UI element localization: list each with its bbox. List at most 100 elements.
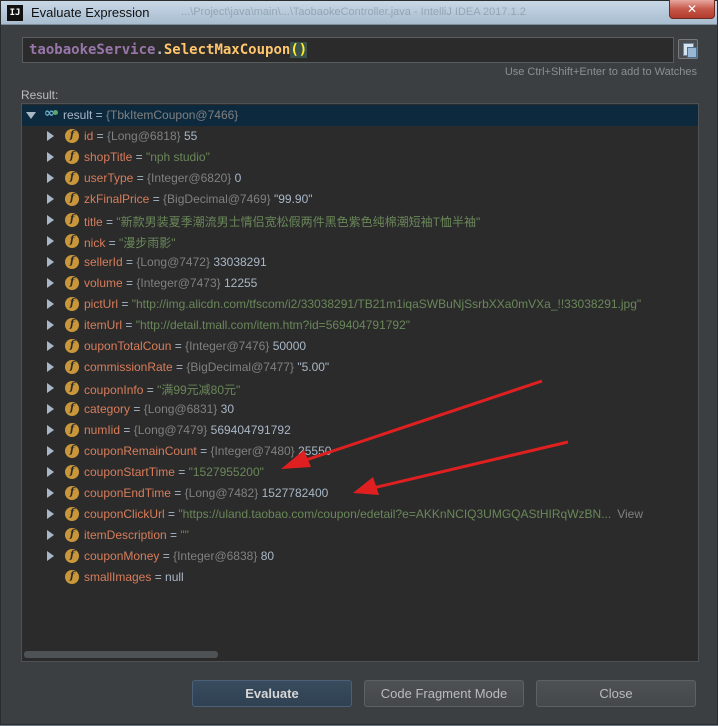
tree-row-category[interactable]: f category = {Long@6831} 30 (22, 399, 698, 420)
code-fragment-mode-button[interactable]: Code Fragment Mode (364, 680, 524, 707)
tree-row-numIid[interactable]: f numIid = {Long@7479} 569404791792 (22, 420, 698, 441)
expand-arrow-icon[interactable] (47, 509, 54, 519)
field-line: ouponTotalCoun = {Integer@7476} 50000 (84, 339, 306, 353)
field-value: "https://uland.taobao.com/coupon/edetail… (178, 507, 612, 521)
view-link[interactable]: View (617, 507, 643, 521)
field-icon: f (65, 129, 79, 143)
tree-row-itemUrl[interactable]: f itemUrl = "http://detail.tmall.com/item… (22, 315, 698, 336)
tree-row-result[interactable]: result = {TbkItemCoupon@7466} (22, 105, 698, 126)
tree-row-smallImages[interactable]: f smallImages = null (22, 567, 698, 588)
field-value: null (165, 570, 184, 584)
expand-arrow-icon[interactable] (47, 383, 54, 393)
field-icon: f (65, 276, 79, 290)
tree-row-ouponTotalCoun[interactable]: f ouponTotalCoun = {Integer@7476} 50000 (22, 336, 698, 357)
field-equals: = (171, 339, 186, 353)
horizontal-scrollbar[interactable] (24, 651, 218, 658)
tree-row-couponClickUrl[interactable]: f couponClickUrl = "https://uland.taobao.… (22, 504, 698, 525)
field-ref: {Integer@7473} (136, 276, 221, 290)
expand-arrow-icon[interactable] (47, 404, 54, 414)
expand-arrow-icon[interactable] (47, 173, 54, 183)
field-name: ouponTotalCoun (84, 339, 172, 353)
field-line: volume = {Integer@7473} 12255 (84, 276, 257, 290)
expand-arrow-icon[interactable] (47, 278, 54, 288)
field-equals: = (159, 549, 174, 563)
field-icon: f (65, 507, 79, 521)
field-equals: = (122, 255, 137, 269)
expand-arrow-icon[interactable] (47, 131, 54, 141)
field-value: "1527955200" (188, 465, 264, 479)
field-ref: {Integer@6820} (147, 171, 232, 185)
expand-arrow-icon[interactable] (47, 425, 54, 435)
field-icon: f (65, 444, 79, 458)
field-name: pictUrl (84, 297, 119, 311)
field-name: couponRemainCount (84, 444, 197, 458)
tree-row-pictUrl[interactable]: f pictUrl = "http://img.alicdn.com/tfscom… (22, 294, 698, 315)
result-tree[interactable]: result = {TbkItemCoupon@7466} fid = {Lon… (21, 103, 699, 662)
field-line: category = {Long@6831} 30 (84, 402, 234, 416)
field-line: smallImages = null (84, 570, 184, 584)
field-equals: = (93, 129, 108, 143)
close-button[interactable]: Close (536, 680, 696, 707)
evaluate-button[interactable]: Evaluate (192, 680, 352, 707)
field-name: couponMoney (84, 549, 160, 563)
tree-row-sellerId[interactable]: f sellerId = {Long@7472} 33038291 (22, 252, 698, 273)
expand-arrow-icon[interactable] (47, 530, 54, 540)
field-line: itemDescription = "" (84, 528, 189, 542)
field-value: "99.90" (273, 192, 313, 206)
expand-arrow-icon[interactable] (47, 341, 54, 351)
field-name: nick (84, 236, 106, 250)
field-line: couponInfo = "满99元减80元" (84, 381, 240, 398)
expand-arrow-icon[interactable] (47, 215, 54, 225)
tree-row-commissionRate[interactable]: f commissionRate = {BigDecimal@7477} "5.0… (22, 357, 698, 378)
tree-row-couponEndTime[interactable]: f couponEndTime = {Long@7482} 1527782400 (22, 483, 698, 504)
field-name: itemDescription (84, 528, 167, 542)
field-ref: {Integer@7476} (185, 339, 270, 353)
tree-row-nick[interactable]: f nick = "漫步雨影" (22, 231, 698, 252)
tree-row-title[interactable]: f title = "新款男装夏季潮流男士情侣宽松假两件黑色紫色纯棉潮短袖T恤半袖… (22, 210, 698, 231)
field-name: couponInfo (84, 383, 144, 397)
expand-arrow-icon[interactable] (47, 488, 54, 498)
field-equals: = (120, 423, 134, 437)
object-watch-icon (44, 106, 60, 122)
tree-row-couponStartTime[interactable]: f couponStartTime = "1527955200" (22, 462, 698, 483)
tree-row-volume[interactable]: f volume = {Integer@7473} 12255 (22, 273, 698, 294)
field-value: "nph studio" (145, 150, 210, 164)
expand-arrow-icon[interactable] (47, 551, 54, 561)
tree-row-shopTitle[interactable]: f shopTitle = "nph studio" (22, 147, 698, 168)
expand-arrow-icon[interactable] (47, 320, 54, 330)
evaluate-expression-dialog: IJ Evaluate Expression ...\Project\java\… (0, 0, 718, 725)
intellij-app-icon: IJ (7, 5, 23, 21)
expand-arrow-icon[interactable] (47, 236, 54, 246)
expand-arrow-icon[interactable] (47, 152, 54, 162)
field-equals: = (151, 570, 166, 584)
add-watches-hint: Use Ctrl+Shift+Enter to add to Watches (504, 66, 697, 78)
expand-arrow-icon[interactable] (47, 467, 54, 477)
field-line: pictUrl = "http://img.alicdn.com/tfscom/… (84, 297, 641, 311)
field-equals: = (172, 360, 187, 374)
expression-method: SelectMaxCoupon (163, 42, 291, 58)
expression-input[interactable]: taobaokeService.SelectMaxCoupon() (22, 37, 674, 63)
window-close-button[interactable]: ✕ (669, 0, 715, 19)
expand-arrow-icon[interactable] (47, 362, 54, 372)
tree-row-userType[interactable]: f userType = {Integer@6820} 0 (22, 168, 698, 189)
collapse-arrow-icon[interactable] (26, 112, 36, 119)
field-icon: f (65, 255, 79, 269)
field-name: category (84, 402, 131, 416)
tree-row-zkFinalPrice[interactable]: f zkFinalPrice = {BigDecimal@7469} "99.90… (22, 189, 698, 210)
tree-row-id[interactable]: f id = {Long@6818} 55 (22, 126, 698, 147)
expand-arrow-icon[interactable] (47, 257, 54, 267)
add-to-watches-icon[interactable] (678, 39, 698, 59)
field-value: 80 (260, 549, 275, 563)
tree-row-itemDescription[interactable]: f itemDescription = "" (22, 525, 698, 546)
tree-row-couponRemainCount[interactable]: f couponRemainCount = {Integer@7480} 2555… (22, 441, 698, 462)
expand-arrow-icon[interactable] (47, 299, 54, 309)
field-line: userType = {Integer@6820} 0 (84, 171, 241, 185)
expand-arrow-icon[interactable] (47, 194, 54, 204)
field-equals: = (143, 383, 158, 397)
field-equals: = (130, 402, 144, 416)
expand-arrow-icon[interactable] (47, 446, 54, 456)
field-name: couponStartTime (84, 465, 175, 479)
field-ref: {BigDecimal@7469} (163, 192, 271, 206)
tree-row-couponInfo[interactable]: f couponInfo = "满99元减80元" (22, 378, 698, 399)
tree-row-couponMoney[interactable]: f couponMoney = {Integer@6838} 80 (22, 546, 698, 567)
